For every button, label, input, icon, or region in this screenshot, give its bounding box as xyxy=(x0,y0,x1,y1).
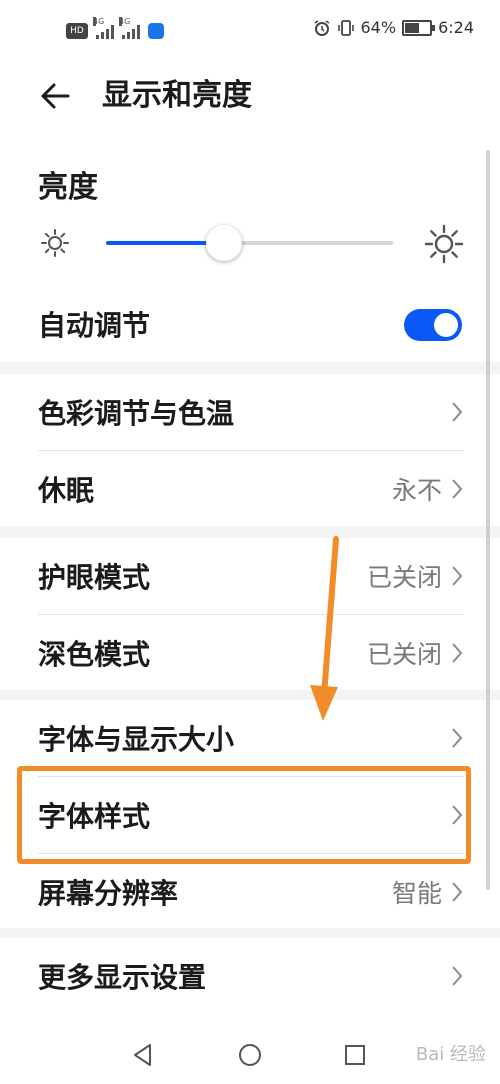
list-item-font-and-display-size[interactable]: 字体与显示大小 xyxy=(38,700,464,776)
watermark: Bai 经验 xyxy=(415,1044,486,1065)
chevron-right-icon xyxy=(452,728,463,748)
row-value: 智能 xyxy=(391,879,442,908)
battery-percent: 64% xyxy=(360,18,397,37)
brightness-high-icon xyxy=(424,224,464,264)
row-label: 休眠 xyxy=(38,474,95,507)
row-label: 字体与显示大小 xyxy=(38,723,235,756)
status-right: 64% 6:24 xyxy=(313,18,474,37)
app-header: 显示和亮度 xyxy=(0,64,500,136)
chevron-right-icon xyxy=(452,643,463,663)
auto-brightness-toggle[interactable] xyxy=(404,309,462,341)
brightness-slider-thumb[interactable] xyxy=(205,225,242,261)
nav-recents-icon[interactable] xyxy=(344,1044,366,1066)
brightness-label: 亮度 xyxy=(38,170,98,205)
brightness-slider[interactable] xyxy=(106,241,393,245)
sim2-network-label: 4G xyxy=(119,17,131,26)
chevron-right-icon xyxy=(452,882,463,902)
auto-brightness-label: 自动调节 xyxy=(38,309,151,342)
vibrate-icon xyxy=(337,19,354,36)
page-title: 显示和亮度 xyxy=(102,78,252,113)
row-label: 更多显示设置 xyxy=(38,961,207,994)
row-value: 已关闭 xyxy=(366,640,442,669)
settings-group-1: 色彩调节与色温 休眠 永不 xyxy=(0,374,500,526)
status-bar: HD 4G 4G 64% 6:24 xyxy=(0,0,500,64)
row-label: 色彩调节与色温 xyxy=(38,397,235,430)
battery-icon xyxy=(402,19,436,36)
status-left: HD 4G 4G xyxy=(66,17,164,42)
wifi-icon xyxy=(148,23,164,39)
scrollbar[interactable] xyxy=(486,150,490,890)
signal-icon: 4G xyxy=(119,17,140,39)
list-item-eye-comfort[interactable]: 护眼模式 已关闭 xyxy=(38,538,464,614)
row-value: 已关闭 xyxy=(366,563,442,592)
signal-icon: 4G xyxy=(93,17,114,39)
row-label: 护眼模式 xyxy=(38,561,151,594)
chevron-right-icon xyxy=(452,566,463,586)
nav-home-icon[interactable] xyxy=(237,1042,263,1068)
list-item-dark-mode[interactable]: 深色模式 已关闭 xyxy=(38,614,464,691)
chevron-right-icon xyxy=(452,966,463,986)
row-value: 永不 xyxy=(391,476,442,505)
settings-group-4: 更多显示设置 xyxy=(0,938,500,1020)
brightness-low-icon xyxy=(41,229,69,257)
chevron-right-icon xyxy=(452,402,463,422)
chevron-right-icon xyxy=(452,479,463,499)
row-label: 深色模式 xyxy=(38,638,151,671)
arrow-left-icon[interactable] xyxy=(36,76,76,116)
annotation-highlight-box xyxy=(17,766,471,864)
hd-icon: HD xyxy=(66,23,88,39)
list-item-sleep[interactable]: 休眠 永不 xyxy=(38,450,464,527)
toggle-knob xyxy=(434,313,458,337)
list-item-color-temperature[interactable]: 色彩调节与色温 xyxy=(38,374,464,450)
list-item-screen-resolution[interactable]: 屏幕分辨率 智能 xyxy=(38,853,464,930)
list-item-more-display-settings[interactable]: 更多显示设置 xyxy=(38,938,464,1014)
sim1-network-label: 4G xyxy=(93,17,105,26)
clock-time: 6:24 xyxy=(438,18,474,37)
settings-group-2: 护眼模式 已关闭 深色模式 已关闭 xyxy=(0,538,500,690)
alarm-icon xyxy=(314,19,329,36)
annotation-arrow xyxy=(310,536,339,721)
row-label: 屏幕分辨率 xyxy=(38,877,179,910)
nav-back-icon[interactable] xyxy=(130,1042,156,1068)
